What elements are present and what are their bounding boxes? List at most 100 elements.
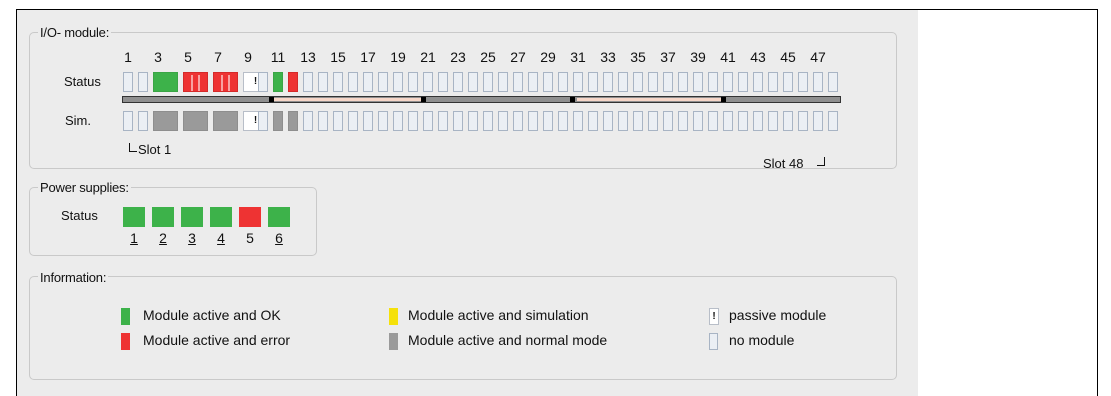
empty-slot[interactable] xyxy=(663,111,673,131)
empty-slot[interactable] xyxy=(348,111,358,131)
empty-slot[interactable] xyxy=(813,111,823,131)
empty-slot[interactable] xyxy=(723,72,733,92)
empty-slot[interactable] xyxy=(558,111,568,131)
empty-slot[interactable] xyxy=(708,111,718,131)
empty-slot[interactable] xyxy=(783,72,793,92)
empty-slot[interactable] xyxy=(423,72,433,92)
empty-slot[interactable] xyxy=(693,72,703,92)
empty-slot[interactable] xyxy=(423,111,433,131)
legend-error-label: Module active and error xyxy=(143,332,291,348)
empty-slot[interactable] xyxy=(363,111,373,131)
empty-slot[interactable] xyxy=(123,111,133,131)
power-supply-2-status[interactable] xyxy=(152,207,174,227)
slot-number: 3 xyxy=(154,49,162,65)
empty-slot[interactable] xyxy=(648,72,658,92)
empty-slot[interactable] xyxy=(588,111,598,131)
sim-module[interactable] xyxy=(183,111,208,131)
empty-slot[interactable] xyxy=(828,72,838,92)
empty-slot[interactable] xyxy=(348,72,358,92)
power-supply-5-status[interactable] xyxy=(239,207,261,227)
empty-slot[interactable] xyxy=(573,72,583,92)
slot-number: 17 xyxy=(360,49,376,65)
empty-slot[interactable] xyxy=(513,111,523,131)
status-module[interactable] xyxy=(273,72,283,92)
empty-slot[interactable] xyxy=(438,111,448,131)
slot-number: 25 xyxy=(480,49,496,65)
status-module[interactable] xyxy=(213,72,238,92)
sim-module[interactable] xyxy=(288,111,298,131)
power-supply-1-status[interactable] xyxy=(123,207,145,227)
empty-slot[interactable] xyxy=(453,111,463,131)
empty-slot[interactable] xyxy=(708,72,718,92)
empty-slot[interactable] xyxy=(543,72,553,92)
power-supply-4-status[interactable] xyxy=(210,207,232,227)
empty-slot[interactable] xyxy=(498,72,508,92)
empty-slot[interactable] xyxy=(783,111,793,131)
empty-slot[interactable] xyxy=(528,72,538,92)
empty-slot[interactable] xyxy=(768,72,778,92)
empty-slot[interactable] xyxy=(798,111,808,131)
slot-number: 19 xyxy=(390,49,406,65)
empty-slot[interactable] xyxy=(393,111,403,131)
empty-slot[interactable] xyxy=(333,111,343,131)
empty-slot[interactable] xyxy=(258,72,268,92)
empty-slot[interactable] xyxy=(798,72,808,92)
empty-slot[interactable] xyxy=(678,111,688,131)
empty-slot[interactable] xyxy=(618,111,628,131)
empty-slot[interactable] xyxy=(828,111,838,131)
empty-slot[interactable] xyxy=(378,72,388,92)
empty-slot[interactable] xyxy=(648,111,658,131)
empty-slot[interactable] xyxy=(603,111,613,131)
empty-slot[interactable] xyxy=(558,72,568,92)
empty-slot[interactable] xyxy=(333,72,343,92)
empty-slot[interactable] xyxy=(738,111,748,131)
empty-slot[interactable] xyxy=(303,72,313,92)
empty-slot[interactable] xyxy=(318,111,328,131)
empty-slot[interactable] xyxy=(633,111,643,131)
empty-slot[interactable] xyxy=(663,72,673,92)
empty-slot[interactable] xyxy=(588,72,598,92)
empty-slot[interactable] xyxy=(753,72,763,92)
empty-slot[interactable] xyxy=(378,111,388,131)
empty-slot[interactable] xyxy=(498,111,508,131)
sim-module[interactable] xyxy=(213,111,238,131)
empty-slot[interactable] xyxy=(468,72,478,92)
power-supply-6-status[interactable] xyxy=(268,207,290,227)
empty-slot[interactable] xyxy=(408,72,418,92)
sim-module[interactable] xyxy=(153,111,178,131)
sim-module[interactable] xyxy=(273,111,283,131)
empty-slot[interactable] xyxy=(258,111,268,131)
empty-slot[interactable] xyxy=(123,72,133,92)
empty-slot[interactable] xyxy=(678,72,688,92)
empty-slot[interactable] xyxy=(483,72,493,92)
status-module[interactable] xyxy=(288,72,298,92)
empty-slot[interactable] xyxy=(723,111,733,131)
empty-slot[interactable] xyxy=(693,111,703,131)
empty-slot[interactable] xyxy=(363,72,373,92)
slot-number: 45 xyxy=(780,49,796,65)
empty-slot[interactable] xyxy=(573,111,583,131)
empty-slot[interactable] xyxy=(138,72,148,92)
empty-slot[interactable] xyxy=(513,72,523,92)
empty-slot[interactable] xyxy=(453,72,463,92)
empty-slot[interactable] xyxy=(408,111,418,131)
empty-slot[interactable] xyxy=(468,111,478,131)
empty-slot[interactable] xyxy=(753,111,763,131)
status-module[interactable] xyxy=(153,72,178,92)
empty-slot[interactable] xyxy=(738,72,748,92)
empty-slot[interactable] xyxy=(528,111,538,131)
empty-slot[interactable] xyxy=(483,111,493,131)
empty-slot[interactable] xyxy=(618,72,628,92)
empty-slot[interactable] xyxy=(603,72,613,92)
empty-slot[interactable] xyxy=(393,72,403,92)
empty-slot[interactable] xyxy=(543,111,553,131)
empty-slot[interactable] xyxy=(768,111,778,131)
status-module[interactable] xyxy=(183,72,208,92)
empty-slot[interactable] xyxy=(633,72,643,92)
power-supply-3-status[interactable] xyxy=(181,207,203,227)
empty-slot[interactable] xyxy=(438,72,448,92)
empty-slot[interactable] xyxy=(138,111,148,131)
empty-slot[interactable] xyxy=(813,72,823,92)
empty-slot[interactable] xyxy=(318,72,328,92)
empty-slot[interactable] xyxy=(303,111,313,131)
